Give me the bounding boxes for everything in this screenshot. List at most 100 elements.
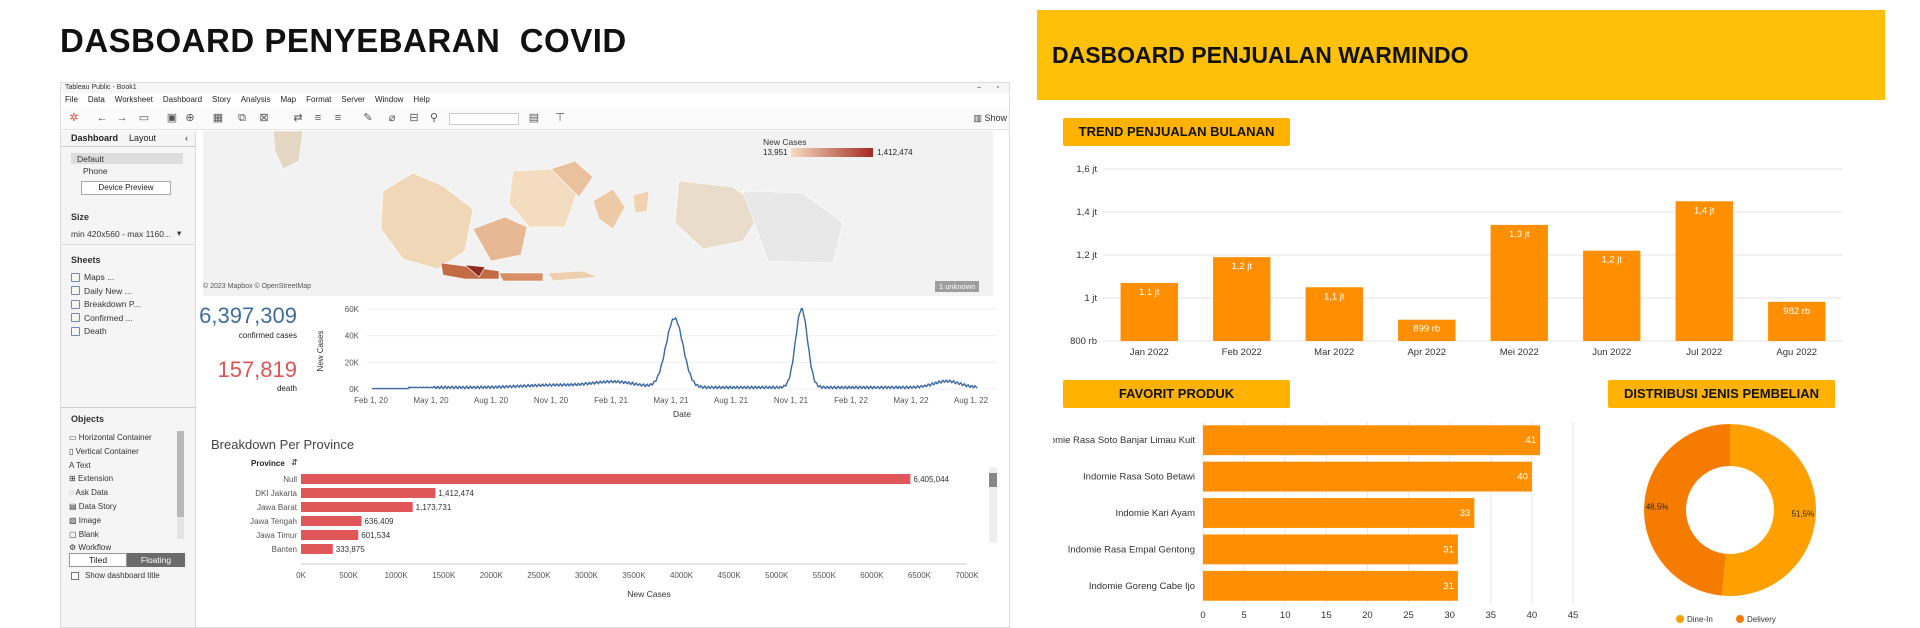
object-item[interactable]: ▤ Data Story <box>69 502 117 511</box>
forward-icon[interactable]: → <box>115 112 129 125</box>
save-icon[interactable]: ▣ <box>165 112 179 125</box>
highlight-icon[interactable]: ✎ <box>361 112 375 125</box>
favorit-bar[interactable] <box>1203 570 1458 601</box>
object-item[interactable]: ▨ Image <box>69 516 101 525</box>
pin-icon[interactable]: ⚲ <box>427 112 441 125</box>
sheet-item[interactable]: Confirmed ... <box>71 313 133 323</box>
map-credit: © 2023 Mapbox © OpenStreetMap <box>203 283 311 290</box>
sheet-label: Confirmed ... <box>84 312 133 323</box>
sheet-item[interactable]: Breakdown P... <box>71 299 141 309</box>
favorit-bar[interactable] <box>1203 425 1541 456</box>
province-bar[interactable] <box>301 474 911 484</box>
menu-item-worksheet[interactable]: Worksheet <box>115 93 153 107</box>
size-dropdown[interactable]: min 420x560 - max 1160... <box>71 229 171 239</box>
menu-item-server[interactable]: Server <box>341 93 365 107</box>
label-icon[interactable]: ⊟ <box>407 112 421 125</box>
object-label: Horizontal Container <box>78 433 152 442</box>
size-chevron-down-icon[interactable]: ▾ <box>177 228 181 239</box>
object-item[interactable]: ▯ Vertical Container <box>69 447 139 456</box>
floating-button[interactable]: Floating <box>127 553 185 567</box>
sheet-label: Breakdown P... <box>84 299 141 309</box>
tableau-logo-icon[interactable]: ✲ <box>67 112 81 125</box>
x-tick-label: 0K <box>296 571 306 580</box>
trend-bar-chart[interactable]: 1,6 jt 1,4 jt 1,2 jt 1 jt 800 rb 1,1 jt Jan 20… <box>1053 155 1853 365</box>
x-tick-label: 0 <box>1200 610 1205 621</box>
trend-bar[interactable] <box>1675 201 1733 341</box>
covid-map[interactable] <box>203 131 993 296</box>
menu-item-window[interactable]: Window <box>375 93 403 107</box>
show-title-checkbox[interactable] <box>71 572 79 580</box>
x-tick-label: Aug 1, 20 <box>474 396 509 405</box>
daily-new-cases-chart[interactable]: 60K 40K 20K 0K Feb 1, 20 May 1, 20 Aug 1, 20 No… <box>307 299 1007 421</box>
sheet-item[interactable]: Daily New ... <box>71 286 132 296</box>
breakdown-chart[interactable]: Null 6,405,044 DKI Jakarta 1,412,474 Jawa Ba… <box>197 466 1010 616</box>
object-item[interactable]: ⚙ Workflow <box>69 543 111 552</box>
sort-desc-icon[interactable]: ≡ <box>331 112 345 125</box>
trend-bar[interactable] <box>1490 224 1548 341</box>
favorit-data-label: 40 <box>1517 472 1528 483</box>
sort-asc-icon[interactable]: ≡ <box>311 112 325 125</box>
breakdown-scrollbar[interactable] <box>989 467 997 543</box>
back-icon[interactable]: ← <box>95 112 109 125</box>
swap-icon[interactable]: ⇄ <box>291 112 305 125</box>
new-worksheet-icon[interactable]: ▦ <box>211 112 225 125</box>
x-tick-label: 6000K <box>860 571 884 580</box>
object-item[interactable]: ▭ Horizontal Container <box>69 433 152 442</box>
device-preview-button[interactable]: Device Preview <box>81 181 171 195</box>
menu-item-analysis[interactable]: Analysis <box>241 93 271 107</box>
product-label: Indomie Rasa Empal Gentong <box>1068 544 1195 555</box>
connect-icon[interactable]: ▭ <box>137 112 151 125</box>
menu-item-story[interactable]: Story <box>212 93 231 107</box>
menu-item-map[interactable]: Map <box>281 93 297 107</box>
province-bar[interactable] <box>301 530 359 540</box>
menu-item-format[interactable]: Format <box>306 93 331 107</box>
x-tick-label: 20 <box>1362 610 1373 621</box>
menu-item-data[interactable]: Data <box>88 93 105 107</box>
object-icon: ▨ <box>69 515 79 525</box>
show-me-icon: ▥ <box>973 113 985 123</box>
unknown-badge[interactable]: 1 unknown <box>935 281 980 292</box>
object-item[interactable]: ▢ Blank <box>69 530 99 539</box>
tab-dashboard[interactable]: Dashboard <box>71 133 118 143</box>
province-bar[interactable] <box>301 488 436 498</box>
group-icon[interactable]: ⌀ <box>385 112 399 125</box>
y-tick-label: 1,2 jt <box>1076 250 1097 261</box>
favorit-bar-chart[interactable]: 0 5 10 15 20 25 30 35 40 45 41 Indomie Rasa Soto Ba… <box>1053 422 1583 628</box>
distribusi-donut-chart[interactable]: 51,5% 48,5% Dine-In Delivery <box>1620 422 1840 628</box>
device-phone[interactable]: Phone <box>83 166 108 176</box>
scrollbar-thumb[interactable] <box>177 431 184 517</box>
tab-layout[interactable]: Layout <box>129 133 156 143</box>
object-item[interactable]: ⊞ Extension <box>69 474 113 483</box>
province-bar[interactable] <box>301 544 333 554</box>
new-datasource-icon[interactable]: ⊕ <box>183 112 197 125</box>
show-me-button[interactable]: ▥ Show <box>973 113 1007 124</box>
favorit-bar[interactable] <box>1203 534 1458 565</box>
minimize-icon[interactable]: – <box>977 83 981 93</box>
object-item[interactable]: ◌ Ask Data <box>69 488 108 497</box>
collapse-panel-icon[interactable]: ‹ <box>185 133 188 143</box>
x-tick-label: Feb 2022 <box>1222 347 1262 358</box>
fit-dropdown[interactable] <box>449 113 519 125</box>
objects-scrollbar[interactable] <box>177 431 184 539</box>
maximize-icon[interactable]: ▫ <box>997 83 999 93</box>
duplicate-icon[interactable]: ⧉ <box>235 112 249 125</box>
favorit-bar[interactable] <box>1203 461 1532 492</box>
sheet-item[interactable]: Death <box>71 326 107 336</box>
presentation-icon[interactable]: ⊤ <box>553 112 567 125</box>
province-value-label: 601,534 <box>361 531 390 540</box>
tiled-button[interactable]: Tiled <box>69 553 127 567</box>
sheet-item[interactable]: Maps ... <box>71 272 114 282</box>
province-bar[interactable] <box>301 502 413 512</box>
menu-item-file[interactable]: File <box>65 93 78 107</box>
divider <box>61 244 196 245</box>
clear-icon[interactable]: ⊠ <box>257 112 271 125</box>
divider <box>61 407 196 408</box>
object-item[interactable]: A Text <box>69 461 91 470</box>
scrollbar-thumb[interactable] <box>989 473 997 487</box>
menu-item-help[interactable]: Help <box>413 93 429 107</box>
menu-item-dashboard[interactable]: Dashboard <box>163 93 202 107</box>
card-icon[interactable]: ▤ <box>527 112 541 125</box>
province-bar[interactable] <box>301 516 362 526</box>
device-default[interactable]: Default <box>77 154 104 164</box>
favorit-bar[interactable] <box>1203 498 1475 528</box>
